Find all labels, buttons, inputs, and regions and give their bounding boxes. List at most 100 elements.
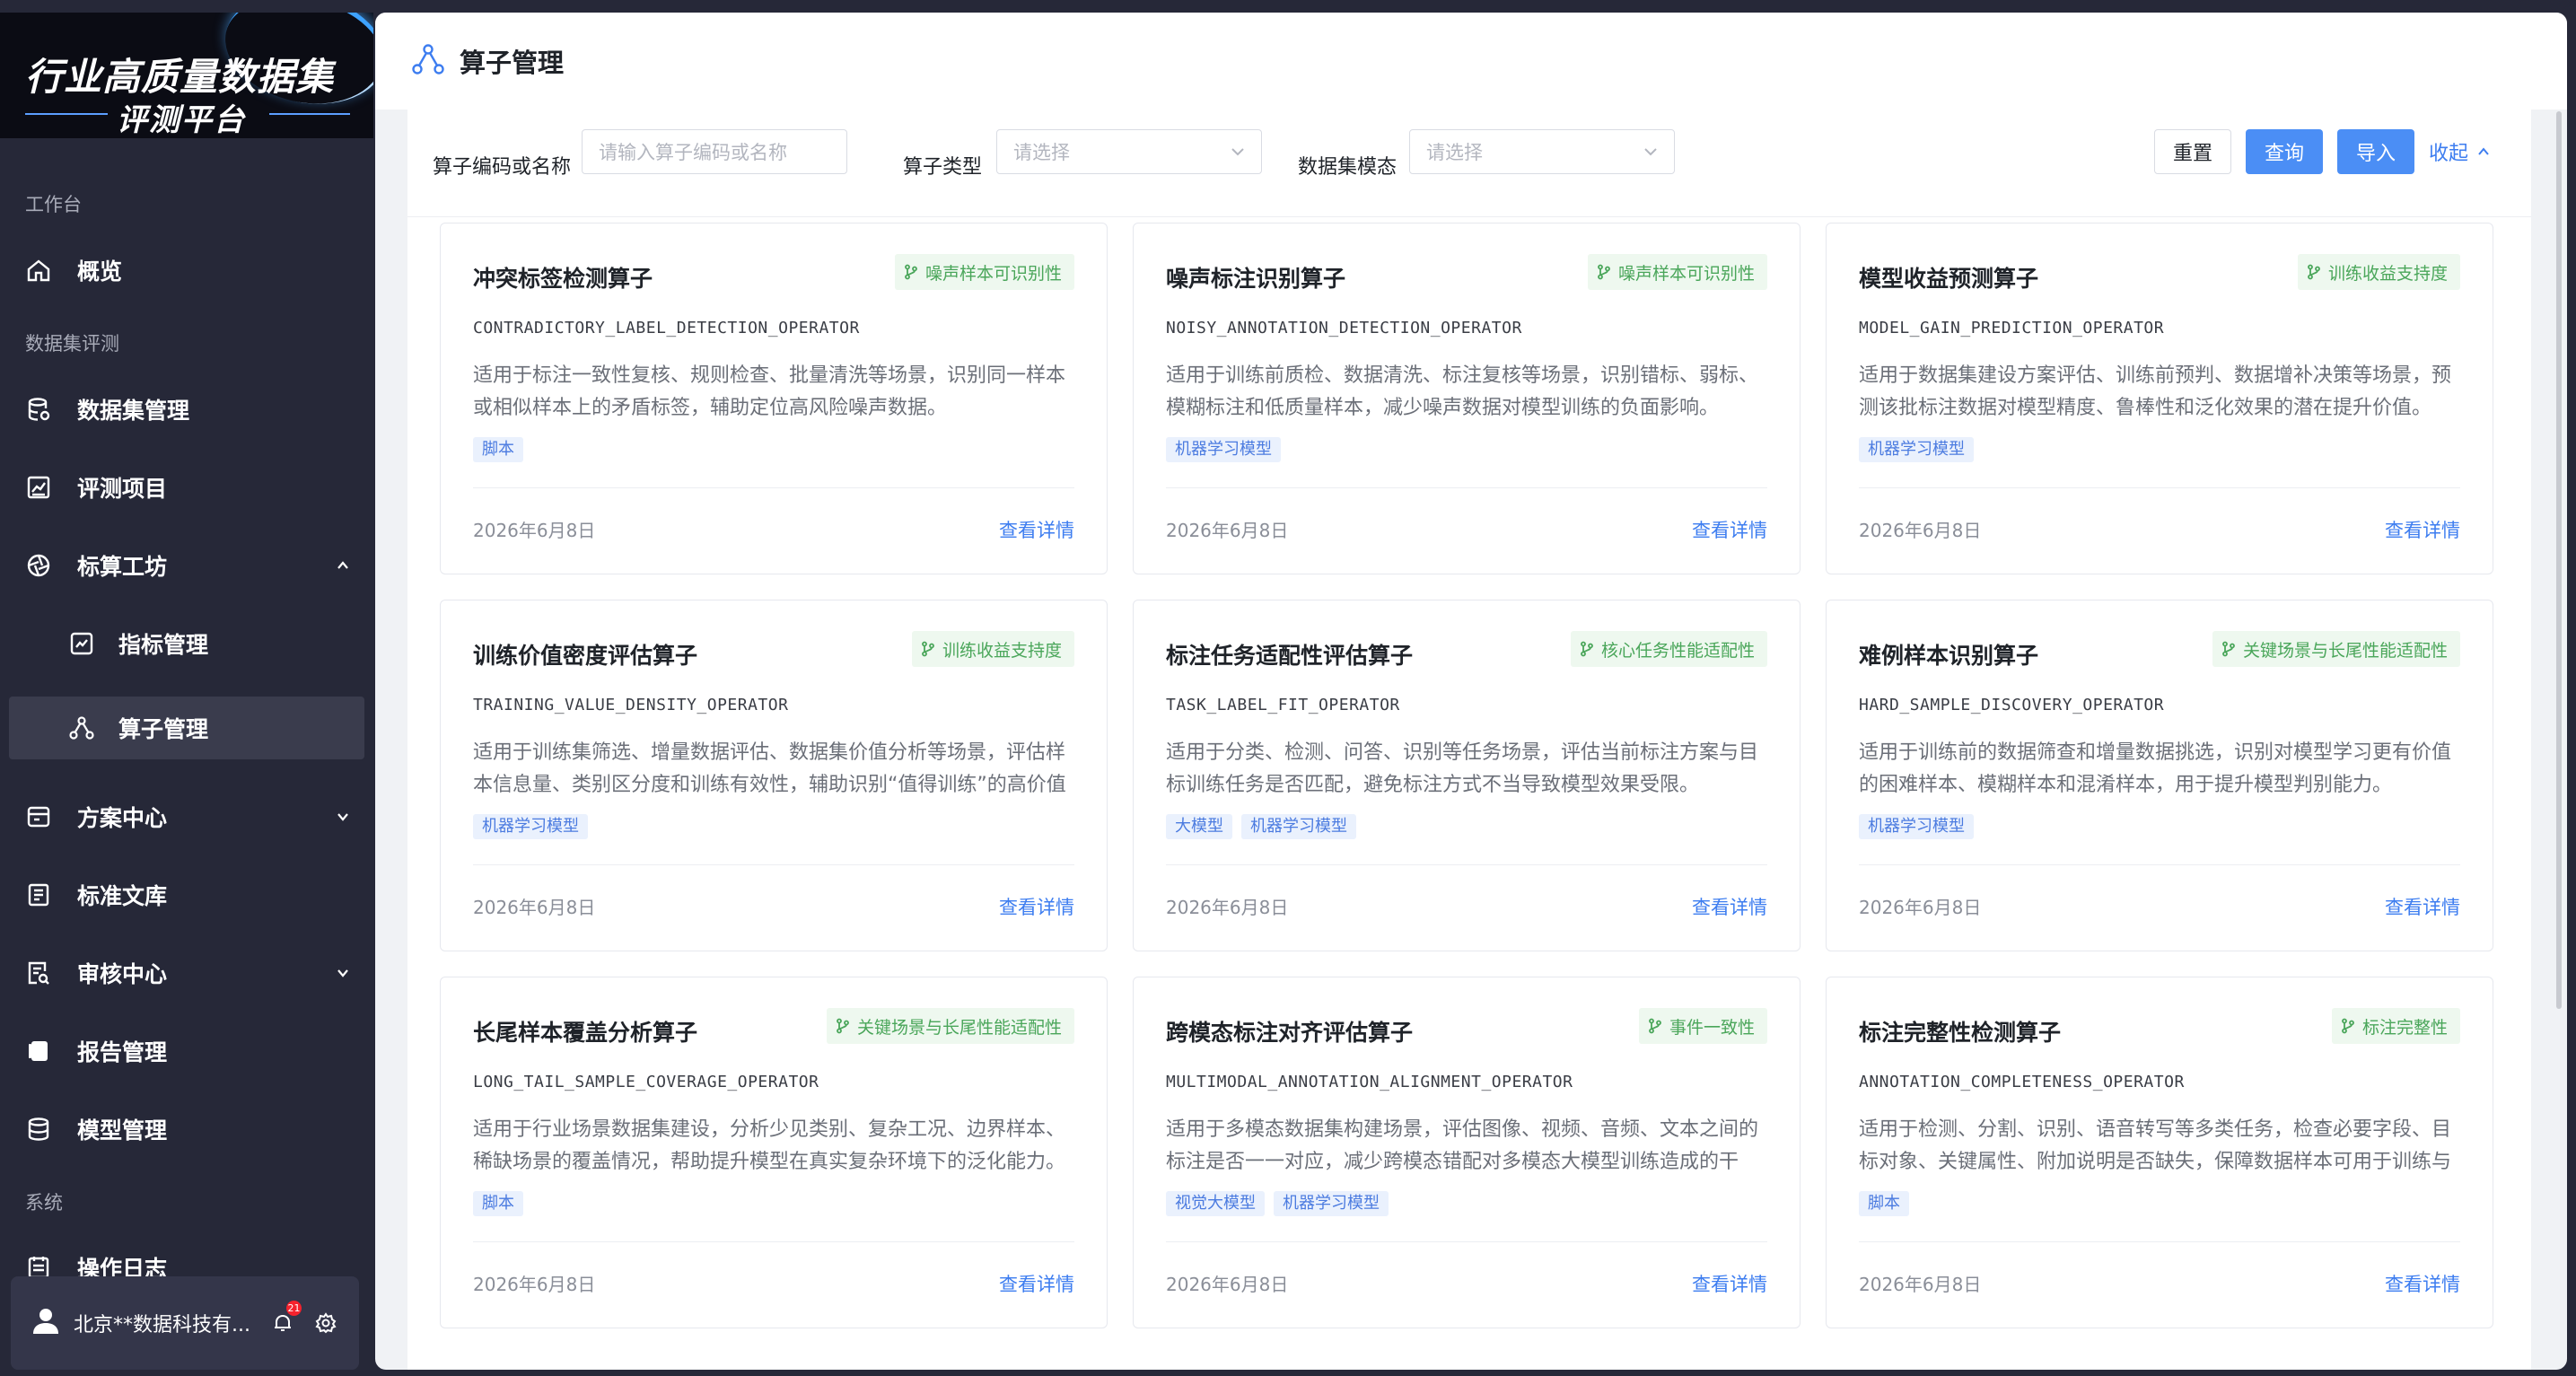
view-details-link[interactable]: 查看详情 [999,516,1074,543]
nav-eval-project-label: 评测项目 [77,476,168,502]
filter-modality-label: 数据集模态 [1298,156,1398,179]
section-dataset-eval: 数据集评测 [25,333,119,355]
operator-dimension-tag-label: 核心任务性能适配性 [1600,640,1755,661]
nav-solution-center[interactable]: 方案中心 [9,785,364,848]
collapse-filter-toggle[interactable]: 收起 [2429,129,2492,174]
operator-card[interactable]: 标注完整性检测算子 标注完整性 ANNOTATION_COMPLETENESS_… [1826,977,2493,1328]
operator-dimension-tag-label: 关键场景与长尾性能适配性 [856,1017,1062,1038]
nav-operator-management-label: 算子管理 [118,716,209,742]
nav-dataset-management-label: 数据集管理 [77,398,190,424]
operator-card[interactable]: 跨模态标注对齐评估算子 事件一致性 MULTIMODAL_ANNOTATION_… [1133,977,1801,1328]
user-name[interactable]: 北京**数据科技有... [74,1309,267,1337]
operator-dimension-tag-label: 训练收益支持度 [942,640,1062,661]
operator-type-placeholder: 请选择 [1013,142,1070,163]
operator-card[interactable]: 训练价值密度评估算子 训练收益支持度 TRAINING_VALUE_DENSIT… [440,600,1108,951]
review-icon [25,960,52,986]
chart-board-icon [25,474,52,501]
dataset-modality-select[interactable]: 请选择 [1409,129,1675,174]
operator-date: 2026年6月8日 [473,1274,596,1295]
chevron-down-icon [330,804,355,829]
operator-dimension-tag: 训练收益支持度 [911,631,1074,667]
operator-card[interactable]: 噪声标注识别算子 噪声样本可识别性 NOISY_ANNOTATION_DETEC… [1133,223,1801,574]
card-divider [1859,487,2460,488]
query-button[interactable]: 查询 [2246,129,2323,174]
operator-code-search-input[interactable]: 请输入算子编码或名称 [582,129,847,174]
aperture-icon [25,552,52,579]
view-details-link[interactable]: 查看详情 [999,1270,1074,1297]
document-list-icon [25,881,52,908]
home-icon [25,257,52,284]
operator-dimension-tag: 噪声样本可识别性 [1587,254,1767,290]
nav-overview[interactable]: 概览 [9,239,364,302]
user-avatar-icon[interactable] [31,1305,61,1341]
view-details-link[interactable]: 查看详情 [2385,893,2460,920]
operator-description: 适用于训练前质检、数据清洗、标注复核等场景，识别错标、弱标、模糊标注和低质量样本… [1166,364,1759,419]
chevron-up-icon [330,553,355,578]
operator-card[interactable]: 冲突标签检测算子 噪声样本可识别性 CONTRADICTORY_LABEL_DE… [440,223,1108,574]
view-details-link[interactable]: 查看详情 [999,893,1074,920]
view-details-link[interactable]: 查看详情 [1692,1270,1767,1297]
operator-type-chip: 机器学习模型 [1274,1191,1389,1216]
import-button[interactable]: 导入 [2337,129,2414,174]
platform-logo[interactable]: 行业高质量数据集 评测平台 [0,13,373,138]
nav-indicator-management[interactable]: 指标管理 [9,612,364,675]
operator-card[interactable]: 难例样本识别算子 关键场景与长尾性能适配性 HARD_SAMPLE_DISCOV… [1826,600,2493,951]
chevron-down-icon [1229,143,1247,165]
view-details-link[interactable]: 查看详情 [1692,893,1767,920]
operator-type-chips: 视觉大模型 机器学习模型 [1166,1191,1389,1216]
operator-card-title: 模型收益预测算子 [1859,266,2039,292]
view-details-link[interactable]: 查看详情 [2385,1270,2460,1297]
main-scrollbar[interactable] [2556,111,2562,1009]
notification-bell-icon[interactable]: 21 [267,1301,302,1338]
nav-eval-project[interactable]: 评测项目 [9,456,364,519]
page-header: 算子管理 [375,13,2567,110]
operator-type-chip: 机器学习模型 [1241,814,1356,839]
operator-code: ANNOTATION_COMPLETENESS_OPERATOR [1859,1073,2185,1091]
sidebar: 行业高质量数据集 评测平台 工作台 概览 数据集评测 数据集管理 评测项目 标算… [0,0,373,1376]
logo-rule-right [269,113,350,115]
nav-model-management-label: 模型管理 [77,1117,168,1144]
nav-standard-library[interactable]: 标准文库 [9,863,364,926]
nav-model-management[interactable]: 模型管理 [9,1098,364,1161]
nav-standard-library-label: 标准文库 [77,883,168,909]
nav-operator-management[interactable]: 算子管理 [9,697,364,759]
nav-indicator-management-label: 指标管理 [118,632,209,658]
logo-rule-left [25,113,108,115]
view-details-link[interactable]: 查看详情 [1692,516,1767,543]
operator-card-title: 长尾样本覆盖分析算子 [473,1020,698,1046]
model-stack-icon [25,1116,52,1143]
operator-type-chip: 机器学习模型 [473,814,588,839]
reset-button[interactable]: 重置 [2154,129,2231,174]
card-divider [473,864,1074,865]
nav-metric-workshop[interactable]: 标算工坊 [9,534,364,597]
operator-date: 2026年6月8日 [473,897,596,918]
operator-code-placeholder: 请输入算子编码或名称 [599,142,787,163]
chevron-down-icon [1642,143,1660,165]
logo-title: 行业高质量数据集 [25,55,335,99]
operator-card[interactable]: 模型收益预测算子 训练收益支持度 MODEL_GAIN_PREDICTION_O… [1826,223,2493,574]
operator-type-chips: 大模型 机器学习模型 [1166,814,1356,839]
settings-gear-icon[interactable] [311,1308,341,1338]
card-divider [473,1241,1074,1242]
operator-type-select[interactable]: 请选择 [996,129,1262,174]
operator-dimension-tag: 事件一致性 [1638,1008,1767,1044]
nav-review-center[interactable]: 审核中心 [9,942,364,1004]
view-details-link[interactable]: 查看详情 [2385,516,2460,543]
branch-icon [905,264,917,280]
operator-type-chips: 脚本 [473,437,523,462]
operator-description: 适用于检测、分割、识别、语音转写等多类任务，检查必要字段、目标对象、关键属性、附… [1859,1118,2452,1173]
database-icon [25,396,52,423]
operator-description: 适用于训练前的数据筛查和增量数据挑选，识别对模型学习更有价值的困难样本、模糊样本… [1859,741,2452,796]
user-bar: 北京**数据科技有... 21 [11,1276,359,1370]
operator-dimension-tag-label: 关键场景与长尾性能适配性 [2242,640,2448,661]
card-divider [473,487,1074,488]
operator-type-chips: 脚本 [473,1191,523,1216]
operator-code: CONTRADICTORY_LABEL_DETECTION_OPERATOR [473,319,860,337]
operator-card[interactable]: 标注任务适配性评估算子 核心任务性能适配性 TASK_LABEL_FIT_OPE… [1133,600,1801,951]
operator-dimension-tag: 核心任务性能适配性 [1570,631,1767,667]
branch-icon [837,1018,849,1034]
operator-card[interactable]: 长尾样本覆盖分析算子 关键场景与长尾性能适配性 LONG_TAIL_SAMPLE… [440,977,1108,1328]
nav-report-management[interactable]: 报告管理 [9,1020,364,1082]
operator-type-chips: 脚本 [1859,1191,1909,1216]
nav-dataset-management[interactable]: 数据集管理 [9,378,364,441]
